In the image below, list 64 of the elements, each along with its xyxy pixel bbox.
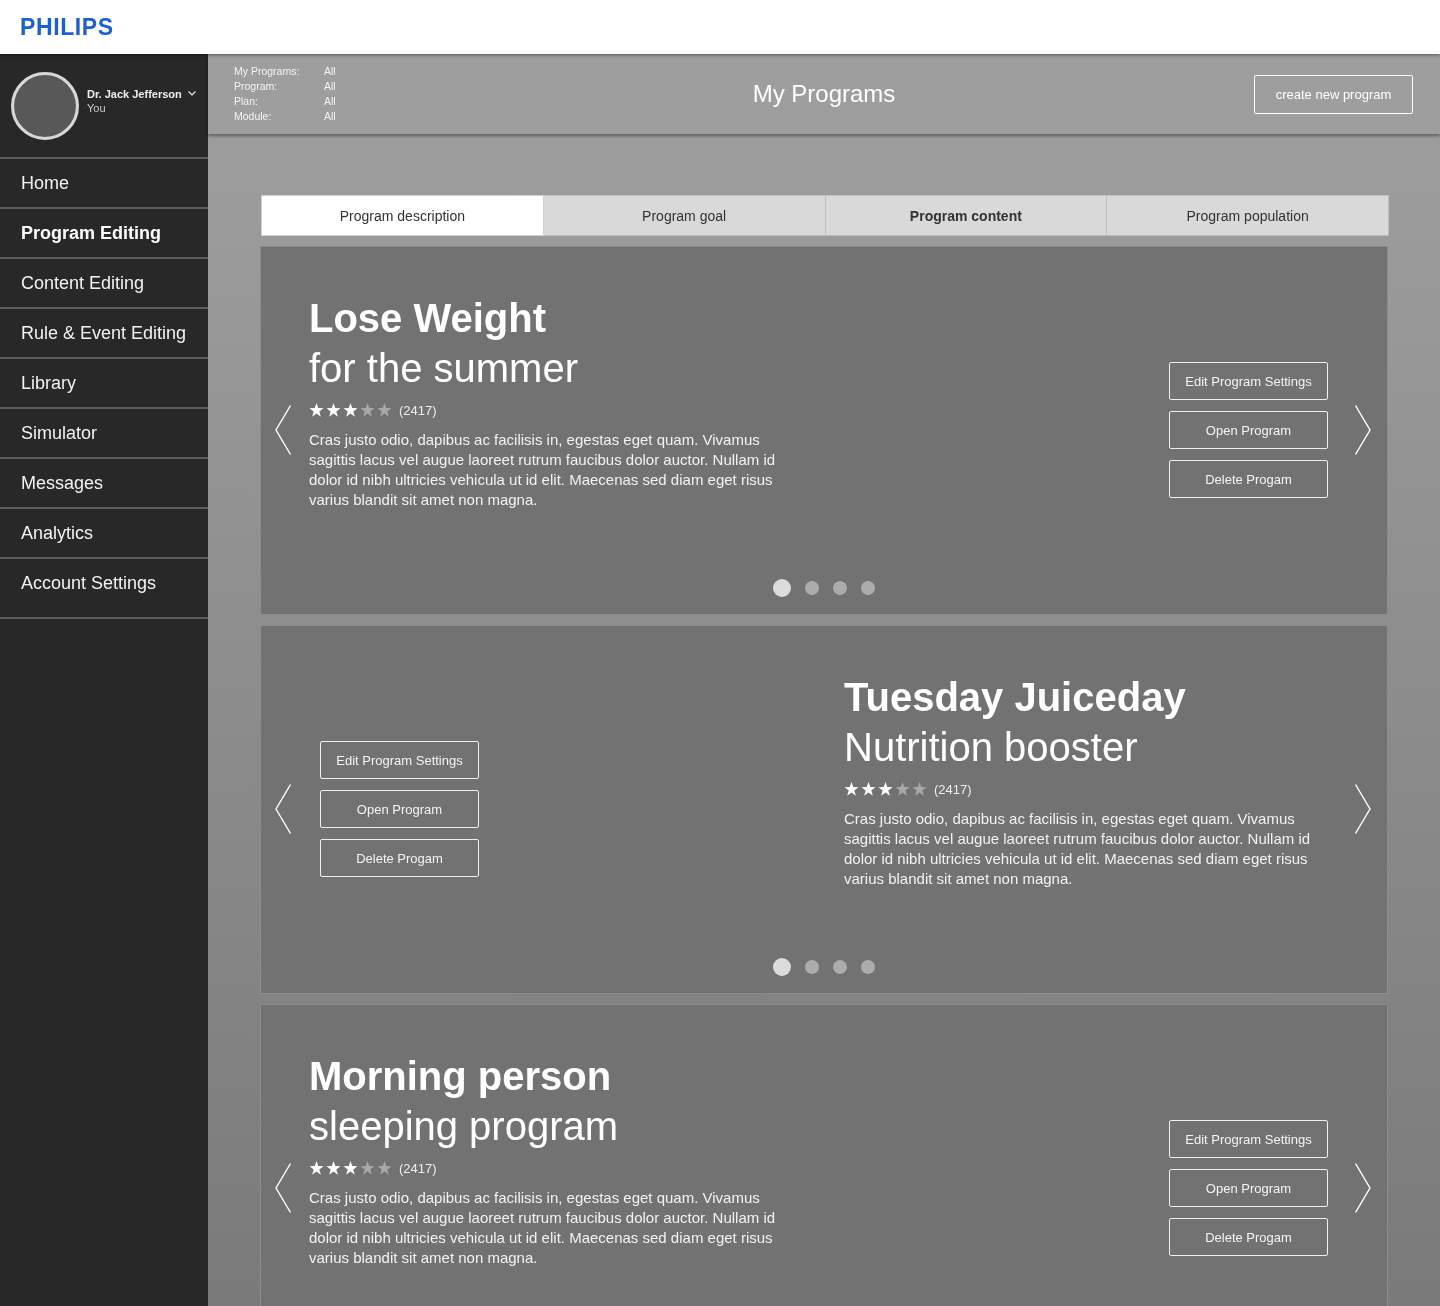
open-program-button[interactable]: Open Program <box>320 790 479 828</box>
avatar-icon[interactable] <box>11 71 79 140</box>
program-description: Cras justo odio, dapibus ac facilisis in, egestas eget quam. Vivamus sagittis lacus vel augue laoreet rutrum faucibus dolor auctor. Nullam id dolor id nibh ultricies vehicula ut id elit. Maecenas sed diam eget risus varius blandit sit amet non magna. <box>309 430 777 510</box>
user-name[interactable]: Dr. Jack Jefferson <box>87 86 182 101</box>
star-icon <box>861 782 876 796</box>
pagination-dot[interactable] <box>833 581 847 595</box>
pagination-dot[interactable] <box>833 960 847 974</box>
pagination-dot[interactable] <box>805 960 819 974</box>
chevron-right-icon[interactable] <box>1355 784 1371 834</box>
page-title: My Programs <box>752 80 896 108</box>
star-icon <box>912 782 927 796</box>
star-icon <box>309 1161 324 1175</box>
chevron-left-icon[interactable] <box>275 1163 291 1213</box>
pagination-dot[interactable] <box>773 958 791 976</box>
tab[interactable]: Program goal <box>542 195 826 236</box>
filter-label: Module: <box>234 109 273 124</box>
edit-settings-button[interactable]: Edit Program Settings <box>1169 1120 1328 1158</box>
star-icon <box>360 403 375 417</box>
chevron-down-icon[interactable] <box>187 91 196 96</box>
pagination-dot[interactable] <box>773 579 791 597</box>
pagination-dot[interactable] <box>861 581 875 595</box>
star-icon <box>377 1161 392 1175</box>
star-icon <box>326 403 341 417</box>
star-icon <box>895 782 910 796</box>
delete-program-button[interactable]: Delete Progam <box>320 839 479 877</box>
program-description: Cras justo odio, dapibus ac facilisis in, egestas eget quam. Vivamus sagittis lacus vel augue laoreet rutrum faucibus dolor auctor. Nullam id dolor id nibh ultricies vehicula ut id elit. Maecenas sed diam eget risus varius blandit sit amet non magna. <box>844 809 1312 889</box>
star-icon <box>343 403 358 417</box>
pagination-dot[interactable] <box>805 581 819 595</box>
star-icon <box>343 1161 358 1175</box>
program-subtitle: for the summer <box>309 345 579 392</box>
pagination-dot[interactable] <box>861 960 875 974</box>
delete-program-button[interactable]: Delete Progam <box>1169 1218 1328 1256</box>
program-title: Tuesday Juiceday <box>844 674 1187 721</box>
tab[interactable]: Program description <box>261 195 544 236</box>
program-subtitle: sleeping program <box>309 1103 620 1150</box>
star-icon <box>360 1161 375 1175</box>
program-description: Cras justo odio, dapibus ac facilisis in, egestas eget quam. Vivamus sagittis lacus vel augue laoreet rutrum faucibus dolor auctor. Nullam id dolor id nibh ultricies vehicula ut id elit. Maecenas sed diam eget risus varius blandit sit amet non magna. <box>309 1188 777 1268</box>
filter-label: My Programs: <box>234 64 301 79</box>
open-program-button[interactable]: Open Program <box>1169 411 1328 449</box>
chevron-left-icon[interactable] <box>275 784 291 834</box>
user-role: You <box>87 100 107 115</box>
edit-settings-button[interactable]: Edit Program Settings <box>1169 362 1328 400</box>
open-program-button[interactable]: Open Program <box>1169 1169 1328 1207</box>
chevron-right-icon[interactable] <box>1355 405 1371 455</box>
chevron-right-icon[interactable] <box>1355 1163 1371 1213</box>
chevron-left-icon[interactable] <box>275 405 291 455</box>
star-icon <box>326 1161 341 1175</box>
filter-label: Plan: <box>234 94 259 109</box>
star-icon <box>377 403 392 417</box>
program-title: Morning person <box>309 1053 613 1100</box>
program-title: Lose Weight <box>309 295 548 342</box>
rating-count: (2417) <box>934 781 972 797</box>
delete-program-button[interactable]: Delete Progam <box>1169 460 1328 498</box>
edit-settings-button[interactable]: Edit Program Settings <box>320 741 479 779</box>
star-icon <box>309 403 324 417</box>
rating-count: (2417) <box>399 402 437 418</box>
tab[interactable]: Program content <box>824 195 1108 236</box>
brand-logo[interactable]: PHILIPS <box>20 15 114 39</box>
star-icon <box>878 782 893 796</box>
star-icon <box>844 782 859 796</box>
tab[interactable]: Program population <box>1106 195 1389 236</box>
filter-label: Program: <box>234 79 279 94</box>
program-subtitle: Nutrition booster <box>844 724 1139 771</box>
rating-count: (2417) <box>399 1160 437 1176</box>
